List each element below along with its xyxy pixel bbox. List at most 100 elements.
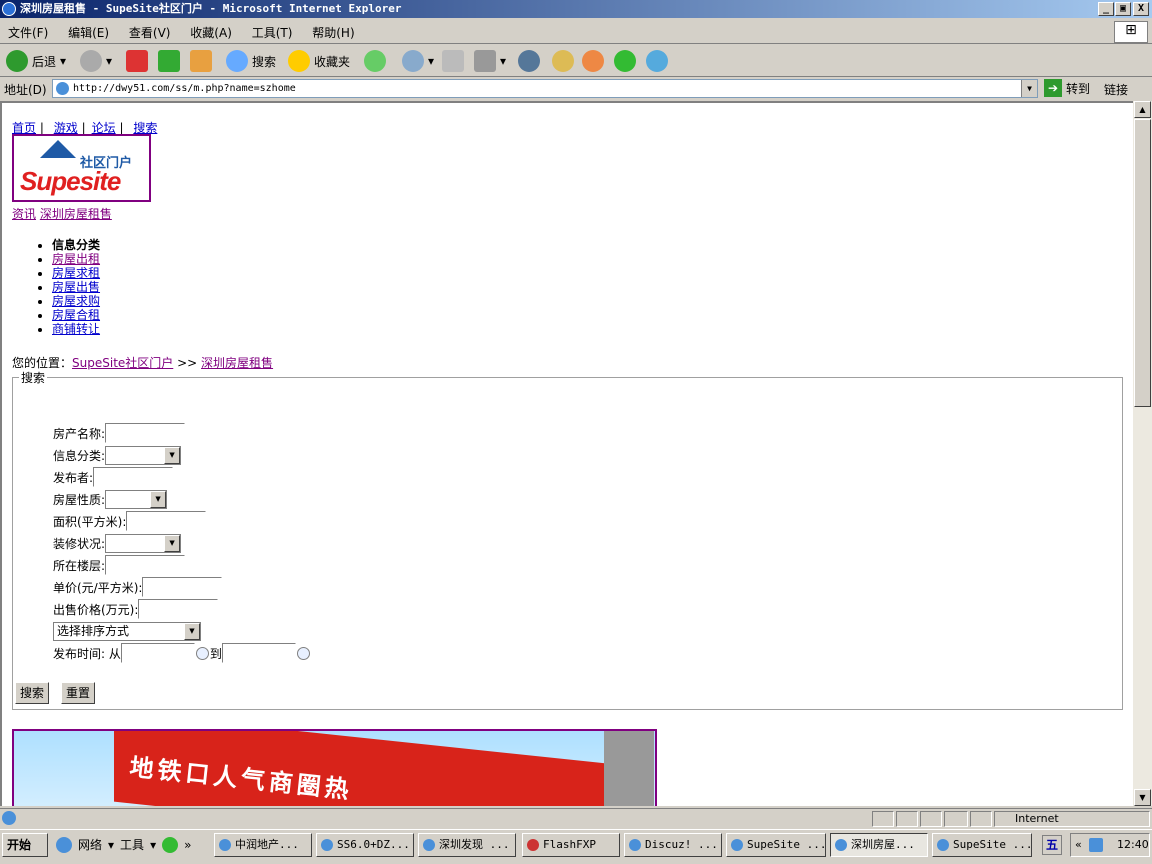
ie-icon bbox=[2, 2, 16, 16]
category-list: 信息分类 房屋出租 房屋求租 房屋出售 房屋求购 房屋合租 商铺转让 bbox=[52, 238, 100, 336]
floor-input[interactable] bbox=[105, 555, 186, 575]
category-heading: 信息分类 bbox=[52, 238, 100, 252]
nature-select[interactable]: ▼ bbox=[105, 489, 168, 509]
label-unitprice: 单价(元/平方米): bbox=[53, 580, 143, 595]
date-to-input[interactable] bbox=[221, 643, 296, 663]
building-side bbox=[604, 731, 654, 806]
home-button[interactable] bbox=[190, 49, 212, 73]
link-current-channel[interactable]: 深圳房屋租售 bbox=[40, 207, 112, 221]
address-input[interactable]: http://dwy51.com/ss/m.php?name=szhome ▼ bbox=[52, 79, 1038, 98]
tool-extra-button[interactable] bbox=[582, 49, 604, 73]
breadcrumb-current[interactable]: 深圳房屋租售 bbox=[201, 356, 273, 370]
menu-help[interactable]: 帮助(H) bbox=[304, 20, 362, 45]
sort-select[interactable]: 选择排序方式 ▼ bbox=[53, 621, 201, 641]
links-button[interactable]: 链接 bbox=[1104, 81, 1128, 98]
go-button[interactable]: ➔ 转到 bbox=[1044, 79, 1090, 97]
calendar-icon[interactable] bbox=[296, 646, 310, 660]
quick-launch: 网络 ▾ 工具 ▾ » bbox=[56, 836, 191, 853]
maximize-button[interactable]: ▣ bbox=[1115, 2, 1131, 16]
category-item[interactable]: 房屋出售 bbox=[52, 280, 100, 294]
menu-tools[interactable]: 工具(T) bbox=[244, 20, 301, 45]
category-select[interactable]: ▼ bbox=[105, 445, 182, 465]
favorites-button[interactable]: 收藏夹 bbox=[288, 49, 350, 73]
tools-toolbar[interactable]: 工具 bbox=[120, 836, 144, 853]
tray-expand-icon[interactable]: « bbox=[1075, 834, 1082, 856]
close-button[interactable]: X bbox=[1133, 2, 1149, 16]
clock[interactable]: 12:40 bbox=[1117, 838, 1149, 851]
poster-input[interactable] bbox=[93, 467, 174, 487]
category-item[interactable]: 商铺转让 bbox=[52, 322, 100, 336]
network-tray-icon[interactable] bbox=[1089, 838, 1103, 852]
start-button[interactable]: 开始 bbox=[2, 833, 48, 857]
site-logo[interactable]: 社区门户 Supesite bbox=[12, 134, 151, 202]
forward-button[interactable]: ▾ bbox=[80, 49, 112, 73]
chevron-down-icon[interactable]: ▼ bbox=[1021, 80, 1037, 97]
label-to: 到 bbox=[209, 646, 222, 661]
ie-quicklaunch-icon[interactable] bbox=[56, 836, 72, 853]
status-bar: Internet bbox=[0, 808, 1152, 828]
scroll-down-icon[interactable]: ▼ bbox=[1134, 789, 1151, 806]
users-icon bbox=[646, 50, 668, 72]
messenger-button[interactable] bbox=[518, 49, 540, 73]
name-input[interactable] bbox=[105, 423, 186, 443]
nav-forum[interactable]: 论坛 bbox=[92, 121, 116, 135]
task-button[interactable]: 深圳发现 ... bbox=[418, 833, 516, 857]
menu-edit[interactable]: 编辑(E) bbox=[60, 20, 117, 45]
refresh-button[interactable] bbox=[158, 49, 180, 73]
scroll-thumb[interactable] bbox=[1134, 119, 1151, 407]
back-label: 后退 bbox=[32, 54, 57, 69]
breadcrumb-home[interactable]: SupeSite社区门户 bbox=[72, 356, 173, 370]
page-status-icon bbox=[2, 811, 16, 825]
task-button-active[interactable]: 深圳房屋... bbox=[830, 833, 928, 857]
category-item[interactable]: 房屋求购 bbox=[52, 294, 100, 308]
search-button[interactable]: 搜索 bbox=[226, 49, 276, 73]
ad-banner-image[interactable]: 地铁口人气商圈热 bbox=[12, 729, 657, 806]
calendar-icon[interactable] bbox=[195, 646, 209, 660]
network-toolbar[interactable]: 网络 bbox=[78, 836, 102, 853]
nav-home[interactable]: 首页 bbox=[12, 121, 36, 135]
edit-button[interactable]: ▾ bbox=[474, 49, 506, 73]
label-floor: 所在楼层: bbox=[53, 558, 106, 573]
s-logo-icon[interactable] bbox=[162, 836, 179, 853]
task-button[interactable]: FlashFXP bbox=[522, 833, 620, 857]
unitprice-input[interactable] bbox=[142, 577, 223, 597]
task-button[interactable]: 中润地产... bbox=[214, 833, 312, 857]
history-button[interactable] bbox=[364, 49, 386, 73]
printer-icon bbox=[442, 50, 464, 72]
messenger-icon bbox=[518, 50, 540, 72]
category-item[interactable]: 房屋出租 bbox=[52, 252, 100, 266]
scroll-up-icon[interactable]: ▲ bbox=[1134, 101, 1151, 118]
task-button[interactable]: Discuz! ... bbox=[624, 833, 722, 857]
s-logo-button[interactable] bbox=[614, 49, 636, 73]
menu-bar: 文件(F) 编辑(E) 查看(V) 收藏(A) 工具(T) 帮助(H) bbox=[0, 20, 1152, 44]
vertical-scrollbar[interactable]: ▲ ▼ bbox=[1133, 101, 1152, 806]
title-bar: 深圳房屋租售 - SupeSite社区门户 - Microsoft Intern… bbox=[0, 0, 1152, 18]
search-submit-button[interactable]: 搜索 bbox=[15, 682, 50, 704]
nav-games[interactable]: 游戏 bbox=[54, 121, 78, 135]
category-item[interactable]: 房屋合租 bbox=[52, 308, 100, 322]
mail-button[interactable]: ▾ bbox=[402, 49, 434, 73]
research-button[interactable] bbox=[552, 49, 574, 73]
menu-file[interactable]: 文件(F) bbox=[0, 20, 56, 45]
task-button[interactable]: SS6.0+DZ... bbox=[316, 833, 414, 857]
menu-favorites[interactable]: 收藏(A) bbox=[182, 20, 240, 45]
minimize-button[interactable]: _ bbox=[1098, 2, 1114, 16]
reset-button[interactable]: 重置 bbox=[61, 682, 96, 704]
users-button[interactable] bbox=[646, 49, 668, 73]
back-button[interactable]: 后退 ▾ bbox=[6, 49, 66, 73]
date-from-input[interactable] bbox=[120, 643, 195, 663]
search-legend: 搜索 bbox=[21, 371, 46, 385]
area-input[interactable] bbox=[126, 511, 207, 531]
decor-select[interactable]: ▼ bbox=[105, 533, 182, 553]
task-button[interactable]: SupeSite ... bbox=[932, 833, 1032, 857]
category-item[interactable]: 房屋求租 bbox=[52, 266, 100, 280]
label-category: 信息分类: bbox=[53, 448, 106, 463]
stop-button[interactable] bbox=[126, 49, 148, 73]
task-button[interactable]: SupeSite ... bbox=[726, 833, 826, 857]
ime-indicator[interactable]: 五 bbox=[1042, 835, 1062, 855]
menu-view[interactable]: 查看(V) bbox=[121, 20, 179, 45]
price-input[interactable] bbox=[138, 599, 219, 619]
print-button[interactable] bbox=[442, 49, 464, 73]
nav-search[interactable]: 搜索 bbox=[133, 121, 157, 135]
link-news[interactable]: 资讯 bbox=[12, 207, 36, 221]
